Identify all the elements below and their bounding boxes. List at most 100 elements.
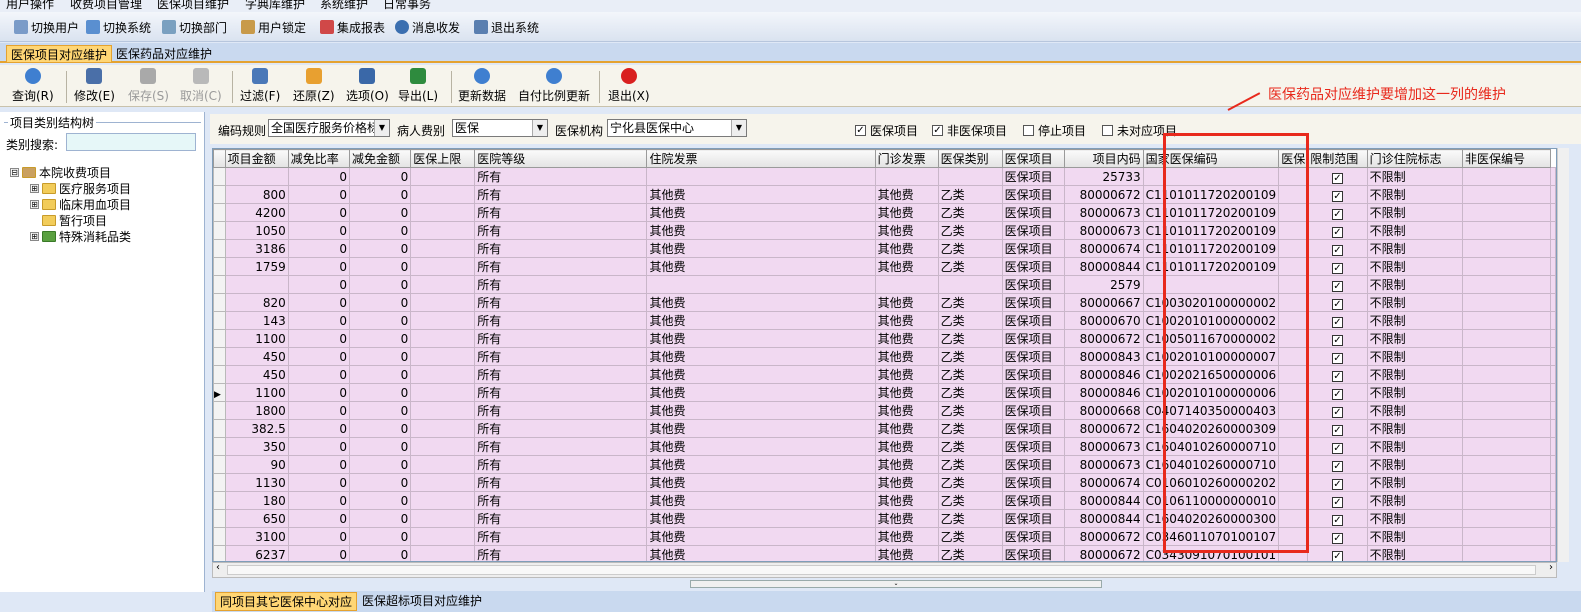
- table-row[interactable]: 820 0 0 所有 其他费 其他费 乙类 医保项目 80000667 C100302010000…: [213, 293, 1556, 312]
- table-cell[interactable]: [1461, 257, 1552, 276]
- menu-item[interactable]: 收费项目管理: [70, 0, 142, 12]
- table-cell[interactable]: 0: [287, 509, 350, 528]
- table-cell[interactable]: [1461, 293, 1552, 312]
- table-cell[interactable]: 0: [348, 473, 412, 492]
- table-cell[interactable]: 80000668: [1063, 401, 1144, 420]
- column-header[interactable]: 住院发票: [646, 149, 876, 168]
- limit-range-checkbox[interactable]: ✓: [1331, 496, 1343, 508]
- column-header[interactable]: 医保上限: [410, 149, 476, 168]
- table-cell[interactable]: [1461, 167, 1552, 186]
- table-cell[interactable]: 不限制: [1366, 257, 1463, 276]
- table-cell[interactable]: 不限制: [1366, 509, 1463, 528]
- table-cell[interactable]: 80000674: [1063, 473, 1144, 492]
- table-cell[interactable]: 其他费: [874, 455, 939, 474]
- table-cell[interactable]: [410, 311, 476, 330]
- table-cell[interactable]: [410, 239, 476, 258]
- row-indicator[interactable]: [213, 167, 226, 186]
- panel-splitter[interactable]: ⌄: [690, 580, 1102, 588]
- table-cell[interactable]: 0: [287, 239, 350, 258]
- table-cell[interactable]: [1461, 419, 1552, 438]
- table-cell[interactable]: 其他费: [874, 419, 939, 438]
- table-cell[interactable]: 0: [348, 437, 412, 456]
- menu-item[interactable]: 医保项目维护: [157, 0, 229, 12]
- table-cell[interactable]: 乙类: [937, 185, 1003, 204]
- update-data-button[interactable]: 更新数据: [458, 68, 506, 106]
- table-cell[interactable]: 0: [287, 275, 350, 294]
- table-cell[interactable]: [1461, 509, 1552, 528]
- table-cell[interactable]: 0: [348, 257, 412, 276]
- row-indicator[interactable]: [213, 455, 226, 474]
- table-cell[interactable]: 180: [224, 491, 289, 510]
- table-cell[interactable]: 其他费: [646, 365, 876, 384]
- limit-range-checkbox[interactable]: ✓: [1331, 280, 1343, 292]
- table-cell[interactable]: 医保项目: [1001, 491, 1065, 510]
- table-cell[interactable]: 0: [348, 275, 412, 294]
- tree-node-temporary[interactable]: 暂行项目: [42, 212, 107, 228]
- table-cell[interactable]: 其他费: [646, 329, 876, 348]
- row-indicator[interactable]: [213, 239, 226, 258]
- table-cell[interactable]: 医保项目: [1001, 203, 1065, 222]
- table-cell[interactable]: 其他费: [874, 473, 939, 492]
- table-cell[interactable]: 不限制: [1366, 293, 1463, 312]
- table-cell[interactable]: 医保项目: [1001, 401, 1065, 420]
- table-cell[interactable]: 其他费: [646, 221, 876, 240]
- table-cell[interactable]: 所有: [474, 455, 648, 474]
- limit-range-checkbox[interactable]: ✓: [1331, 550, 1343, 561]
- table-cell[interactable]: 0: [348, 383, 412, 402]
- table-cell[interactable]: 医保项目: [1001, 275, 1065, 294]
- table-cell[interactable]: 不限制: [1366, 311, 1463, 330]
- row-indicator[interactable]: [213, 185, 226, 204]
- table-cell[interactable]: 不限制: [1366, 419, 1463, 438]
- restore-button[interactable]: 还原(Z): [293, 68, 335, 106]
- table-cell[interactable]: [410, 365, 476, 384]
- table-cell[interactable]: [874, 167, 939, 186]
- table-cell[interactable]: 其他费: [874, 221, 939, 240]
- table-cell[interactable]: 0: [287, 203, 350, 222]
- table-cell[interactable]: 不限制: [1366, 185, 1463, 204]
- table-cell[interactable]: 不限制: [1366, 401, 1463, 420]
- table-cell[interactable]: 450: [224, 347, 289, 366]
- table-cell[interactable]: 不限制: [1366, 221, 1463, 240]
- expand-icon[interactable]: ⊞: [30, 231, 39, 241]
- table-cell[interactable]: 医保项目: [1001, 527, 1065, 546]
- table-cell[interactable]: [937, 275, 1003, 294]
- table-cell[interactable]: [410, 347, 476, 366]
- table-row[interactable]: 1759 0 0 所有 其他费 其他费 乙类 医保项目 80000844 C11010117202…: [213, 257, 1556, 276]
- table-row[interactable]: 4200 0 0 所有 其他费 其他费 乙类 医保项目 80000673 C11010117202…: [213, 203, 1556, 222]
- table-cell[interactable]: 不限制: [1366, 491, 1463, 510]
- row-indicator[interactable]: [213, 527, 226, 546]
- table-row[interactable]: 382.5 0 0 所有 其他费 其他费 乙类 医保项目 80000672 C1604020260…: [213, 419, 1556, 438]
- table-row[interactable]: ▶ 1100 0 0 所有 其他费 其他费 乙类 医保项目 80000846 C1002010100…: [213, 383, 1556, 402]
- table-cell[interactable]: 医保项目: [1001, 437, 1065, 456]
- expand-icon[interactable]: ⊞: [30, 199, 39, 209]
- table-cell[interactable]: [1461, 401, 1552, 420]
- table-cell[interactable]: 所有: [474, 545, 648, 561]
- update-ratio-button[interactable]: 自付比例更新: [518, 68, 590, 106]
- table-cell[interactable]: 所有: [474, 509, 648, 528]
- table-cell[interactable]: 90: [224, 455, 289, 474]
- column-header[interactable]: 医保类别: [937, 149, 1003, 168]
- limit-range-checkbox[interactable]: ✓: [1331, 460, 1343, 472]
- table-cell[interactable]: 其他费: [874, 329, 939, 348]
- table-cell[interactable]: 所有: [474, 419, 648, 438]
- table-cell[interactable]: 其他费: [874, 257, 939, 276]
- table-cell[interactable]: ✓: [1307, 167, 1368, 186]
- table-cell[interactable]: 0: [287, 473, 350, 492]
- table-cell[interactable]: [1461, 455, 1552, 474]
- items-grid[interactable]: 项目金额 减免比率 减免金额 医保上限 医院等级 住院发票 门诊发票 医保类别 …: [212, 148, 1557, 562]
- tab-over-limit-items[interactable]: 医保超标项目对应维护: [358, 592, 486, 611]
- table-cell[interactable]: 其他费: [874, 293, 939, 312]
- menu-item[interactable]: 日常事务: [383, 0, 431, 12]
- column-header[interactable]: 项目内码: [1063, 149, 1144, 168]
- limit-range-checkbox[interactable]: ✓: [1331, 208, 1343, 220]
- table-cell[interactable]: 0: [348, 329, 412, 348]
- table-cell[interactable]: 医保项目: [1001, 293, 1065, 312]
- table-cell[interactable]: ✓: [1307, 401, 1368, 420]
- scroll-right-icon[interactable]: ›: [1549, 562, 1553, 573]
- table-row[interactable]: 90 0 0 所有 其他费 其他费 乙类 医保项目 80000673 C1604010260000…: [213, 455, 1556, 474]
- table-cell[interactable]: 乙类: [937, 401, 1003, 420]
- table-cell[interactable]: 其他费: [646, 185, 876, 204]
- table-cell[interactable]: 1050: [224, 221, 289, 240]
- table-cell[interactable]: 0: [287, 185, 350, 204]
- menu-item[interactable]: 字典库维护: [245, 0, 305, 12]
